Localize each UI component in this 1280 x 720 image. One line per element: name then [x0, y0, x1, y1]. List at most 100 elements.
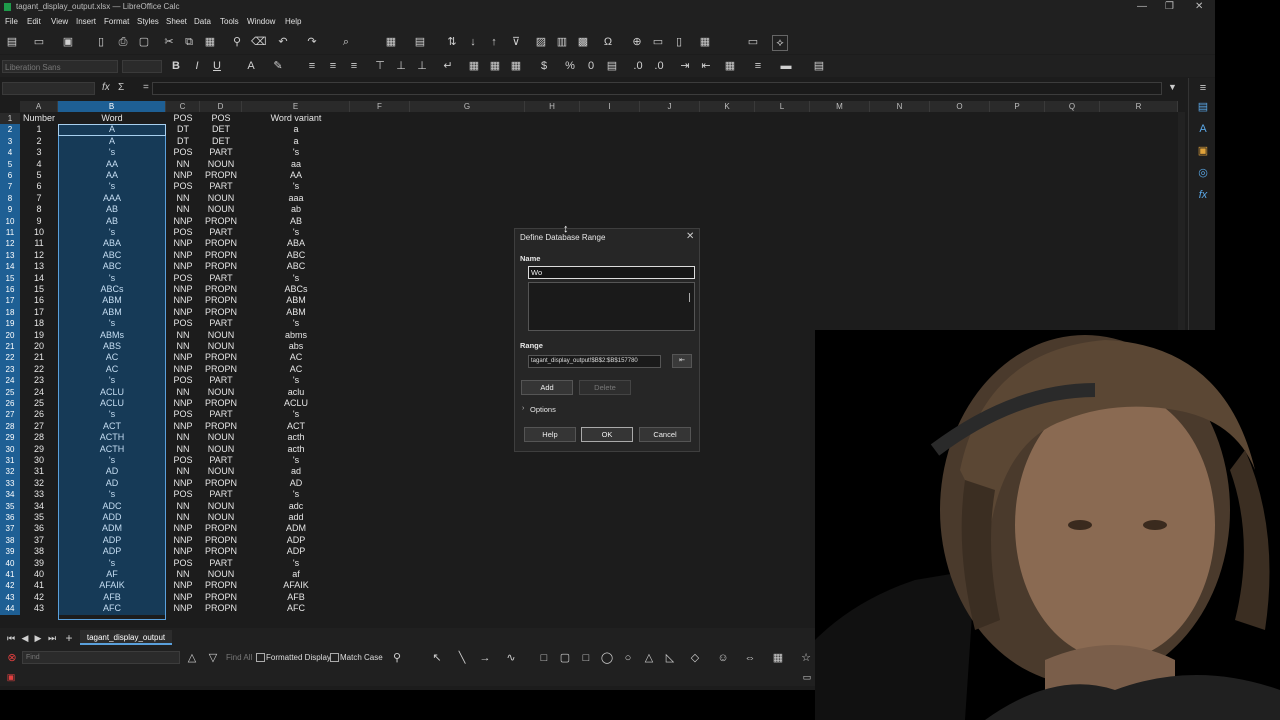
table-cell[interactable]: PART — [200, 558, 242, 569]
table-cell[interactable]: NOUN — [200, 387, 242, 398]
table-cell[interactable]: AD — [242, 478, 350, 489]
align-right-icon[interactable]: ≡ — [347, 59, 361, 73]
split-icon[interactable]: ▭ — [746, 35, 760, 49]
table-cell[interactable]: 13 — [20, 261, 58, 272]
block-arrow-icon[interactable]: ⇔ — [743, 651, 757, 665]
row-header[interactable]: 32 — [0, 466, 20, 478]
undo-icon[interactable]: ↶ — [276, 35, 290, 49]
table-cell[interactable]: ACTH — [58, 443, 166, 455]
table-cell[interactable]: NNP — [166, 170, 200, 181]
table-cell[interactable]: NNP — [166, 261, 200, 272]
table-cell[interactable]: 's — [58, 489, 166, 501]
column-header-o[interactable]: O — [930, 101, 990, 112]
table-cell[interactable]: aa — [242, 159, 350, 170]
table-cell[interactable]: 33 — [20, 489, 58, 500]
find-all-button[interactable]: Find All — [226, 653, 252, 662]
table-cell[interactable]: 's — [242, 455, 350, 466]
next-sheet-icon[interactable]: ▶ — [31, 631, 45, 645]
row-header[interactable]: 3 — [0, 135, 20, 148]
table-cell[interactable]: NNP — [166, 284, 200, 295]
select-icon[interactable]: ↖ — [430, 651, 444, 665]
row-header[interactable]: 26 — [0, 398, 20, 410]
rounded-rectangle-icon[interactable]: ▢ — [558, 651, 572, 665]
column-header-g[interactable]: G — [410, 101, 525, 112]
row-header[interactable]: 31 — [0, 455, 20, 467]
remove-decimal-icon[interactable]: .0 — [652, 59, 666, 73]
row-header[interactable]: 21 — [0, 341, 20, 353]
menu-styles[interactable]: Styles — [137, 17, 159, 26]
table-cell[interactable]: 's — [242, 489, 350, 500]
row-header[interactable]: 43 — [0, 591, 20, 604]
table-cell[interactable]: 26 — [20, 409, 58, 420]
font-color-icon[interactable]: A — [244, 59, 258, 73]
table-cell[interactable]: 11 — [20, 238, 58, 249]
table-cell[interactable]: PROPN — [200, 238, 242, 249]
table-cell[interactable]: 's — [58, 557, 166, 569]
navigator-icon[interactable]: ◎ — [1196, 166, 1210, 180]
table-cell[interactable]: 39 — [20, 558, 58, 569]
table-cell[interactable]: 43 — [20, 603, 58, 614]
table-cell[interactable]: ACT — [242, 421, 350, 432]
table-cell[interactable]: DET — [200, 124, 242, 135]
column-header-d[interactable]: D — [200, 101, 242, 112]
table-cell[interactable]: 6 — [20, 181, 58, 192]
table-cell[interactable]: PROPN — [200, 535, 242, 546]
table-cell[interactable]: PROPN — [200, 603, 242, 614]
close-find-icon[interactable]: ⊗ — [5, 651, 19, 665]
table-cell[interactable]: ACT — [58, 420, 166, 433]
row-header[interactable]: 35 — [0, 500, 20, 512]
table-cell[interactable]: 19 — [20, 330, 58, 341]
table-cell[interactable]: ABC — [58, 249, 166, 262]
row-header[interactable]: 16 — [0, 284, 20, 296]
table-cell[interactable]: AC — [58, 352, 166, 364]
table-cell[interactable]: NNP — [166, 307, 200, 318]
table-cell[interactable]: ADP — [58, 534, 166, 547]
header-icon[interactable]: ▯ — [672, 35, 686, 49]
options-expander[interactable]: Options — [530, 405, 556, 414]
table-cell[interactable]: PART — [200, 318, 242, 329]
table-cell[interactable]: PROPN — [200, 352, 242, 363]
row-header[interactable]: 41 — [0, 569, 20, 581]
print-preview-icon[interactable]: ▢ — [137, 35, 151, 49]
ok-button[interactable]: OK — [581, 427, 633, 442]
table-cell[interactable]: NOUN — [200, 193, 242, 204]
table-cell[interactable]: abs — [242, 341, 350, 352]
table-cell[interactable]: 's — [242, 181, 350, 192]
table-cell[interactable]: PROPN — [200, 284, 242, 295]
table-cell[interactable]: 's — [242, 318, 350, 329]
row-header[interactable]: 12 — [0, 238, 20, 250]
sort-asc-icon[interactable]: ↓ — [466, 35, 480, 49]
sum-icon[interactable]: Σ — [118, 82, 124, 93]
table-cell[interactable]: ABC — [242, 261, 350, 272]
table-cell[interactable]: ad — [242, 466, 350, 477]
table-cell[interactable]: 38 — [20, 546, 58, 557]
table-cell[interactable]: POS — [166, 273, 200, 284]
merge-icon[interactable]: ▦ — [467, 59, 481, 73]
column-header-j[interactable]: J — [640, 101, 700, 112]
table-cell[interactable]: AFB — [242, 592, 350, 603]
menu-icon[interactable]: ≡ — [1196, 81, 1210, 95]
row-header[interactable]: 36 — [0, 512, 20, 524]
table-cell[interactable]: PROPN — [200, 307, 242, 318]
merge-center-icon[interactable]: ▦ — [488, 59, 502, 73]
row-header[interactable]: 4 — [0, 147, 20, 159]
row-header[interactable]: 23 — [0, 363, 20, 376]
table-cell[interactable]: 31 — [20, 466, 58, 477]
table-cell[interactable]: NN — [166, 501, 200, 512]
table-cell[interactable]: 32 — [20, 478, 58, 489]
header-cell[interactable]: Word variant — [242, 113, 350, 124]
table-cell[interactable]: ADM — [58, 523, 166, 535]
table-cell[interactable]: AFC — [58, 603, 166, 615]
table-cell[interactable]: NN — [166, 444, 200, 455]
minimize-button[interactable]: — — [1137, 1, 1147, 12]
row-header[interactable]: 37 — [0, 523, 20, 535]
maximize-button[interactable]: ❐ — [1165, 1, 1174, 12]
cut-icon[interactable]: ✂ — [162, 35, 176, 49]
table-cell[interactable]: 's — [58, 318, 166, 330]
column-header-c[interactable]: C — [166, 101, 200, 112]
table-cell[interactable]: PROPN — [200, 580, 242, 591]
table-cell[interactable]: NOUN — [200, 341, 242, 352]
highlight-icon[interactable]: ✎ — [271, 59, 285, 73]
save-icon[interactable]: ▣ — [61, 35, 75, 49]
table-cell[interactable]: POS — [166, 489, 200, 500]
